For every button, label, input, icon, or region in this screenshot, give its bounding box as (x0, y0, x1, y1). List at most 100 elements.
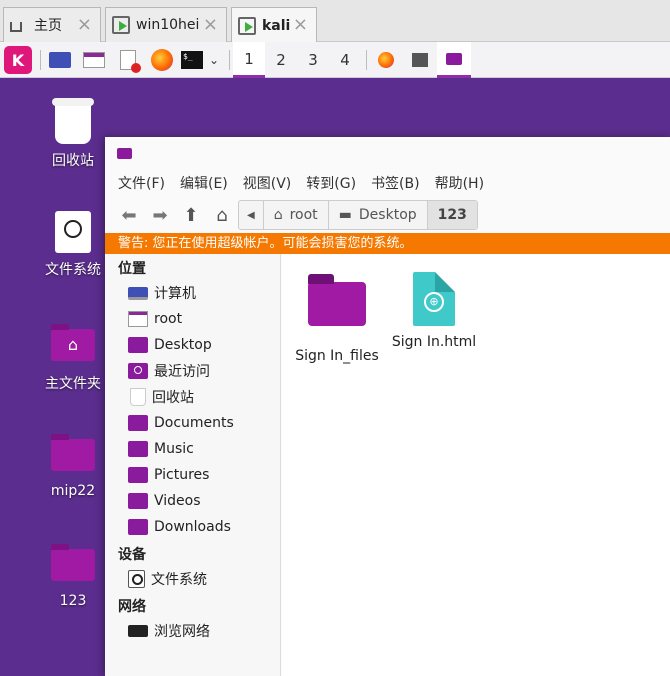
sidebar-header-network: 网络 (118, 599, 146, 615)
file-item-sign-in-html[interactable]: ⊕ Sign In.html (386, 268, 482, 350)
firefox-launcher-icon[interactable] (149, 46, 175, 74)
desktop-icon-label: 回收站 (52, 153, 94, 169)
sidebar-header-places: 位置 (118, 261, 146, 277)
taskbar-firefox-icon[interactable] (373, 46, 399, 74)
breadcrumb-123[interactable]: 123 (427, 201, 477, 229)
workspace-2[interactable]: 2 (265, 42, 297, 78)
file-name: Sign In.html (391, 334, 477, 350)
vm-tab-kali[interactable]: kali × (231, 7, 317, 43)
desktop-icon-label: mip22 (50, 483, 96, 499)
workspace-3[interactable]: 3 (297, 42, 329, 78)
vm-tab-label: 主页 (34, 18, 62, 34)
home-folder-icon (128, 311, 148, 327)
home-icon[interactable]: ⌂ (210, 203, 234, 227)
music-folder-icon (128, 441, 148, 457)
file-item-sign-in-files[interactable]: Sign In_files (289, 268, 385, 364)
file-name: Sign In_files (295, 348, 379, 364)
vm-tab-home[interactable]: 主页 × (3, 7, 101, 42)
menu-go[interactable]: 转到(G) (306, 173, 356, 193)
up-arrow-icon[interactable]: ⬆ (179, 203, 203, 227)
root-warning-banner: 警告: 您正在使用超级帐户。可能会损害您的系统。 (105, 233, 670, 254)
sidebar-header-devices: 设备 (118, 547, 146, 563)
sidebar-item-browse-network[interactable]: 浏览网络 (105, 618, 280, 644)
home-icon: ⌂ (273, 207, 283, 223)
recent-folder-icon (128, 363, 148, 379)
taskbar-terminal-icon[interactable] (405, 46, 435, 74)
panel-separator (40, 50, 41, 70)
desktop-icon-label: 文件系统 (45, 262, 101, 278)
forward-arrow-icon[interactable]: ➡ (148, 203, 172, 227)
show-desktop-icon[interactable] (47, 46, 73, 74)
sidebar-item-trash[interactable]: 回收站 (105, 384, 280, 410)
desktop-icon-label: 123 (59, 593, 87, 609)
globe-icon: ⊕ (424, 292, 444, 312)
sidebar-item-filesystem[interactable]: 文件系统 (105, 566, 280, 592)
breadcrumb-desktop[interactable]: ▬ Desktop (329, 201, 428, 229)
breadcrumb: ◀ ⌂ root ▬ Desktop 123 (238, 200, 478, 230)
folder-icon (308, 274, 366, 326)
taskbar-file-manager-icon[interactable] (437, 42, 471, 78)
vm-tab-win10hei[interactable]: win10hei × (105, 7, 227, 42)
panel-separator (366, 50, 367, 70)
menu-file[interactable]: 文件(F) (118, 173, 165, 193)
sidebar-item-root[interactable]: root (105, 306, 280, 332)
vm-tab-label: kali (262, 17, 291, 34)
trash-icon (130, 388, 146, 406)
desktop-icon-mip22[interactable]: mip22 (30, 434, 116, 499)
back-arrow-icon[interactable]: ⬅ (117, 203, 141, 227)
home-folder-icon: ⌂ (51, 324, 95, 361)
desktop-folder-icon (128, 337, 148, 353)
desktop-icon-123[interactable]: 123 (30, 544, 116, 609)
workspace-1[interactable]: 1 (233, 42, 265, 78)
documents-folder-icon (128, 415, 148, 431)
desktop-icon-label: 主文件夹 (45, 376, 101, 392)
breadcrumb-left-arrow-icon[interactable]: ◀ (239, 201, 264, 229)
terminal-launcher-icon[interactable]: $_ (180, 46, 204, 74)
folder-icon (51, 544, 95, 581)
sidebar-item-videos[interactable]: Videos (105, 488, 280, 514)
folder-icon (117, 147, 132, 159)
workspace-4[interactable]: 4 (329, 42, 361, 78)
desktop-icon-filesystem[interactable]: 文件系统 (30, 211, 116, 279)
trash-icon (52, 98, 94, 144)
close-icon[interactable]: × (203, 14, 218, 35)
sidebar-item-desktop[interactable]: Desktop (105, 332, 280, 358)
sidebar-item-documents[interactable]: Documents (105, 410, 280, 436)
vm-icon (238, 16, 256, 35)
menu-edit[interactable]: 编辑(E) (180, 173, 228, 193)
hard-drive-icon (55, 211, 91, 253)
desktop-icon-home[interactable]: ⌂ 主文件夹 (30, 324, 116, 393)
sidebar-item-pictures[interactable]: Pictures (105, 462, 280, 488)
text-editor-launcher-icon[interactable] (117, 46, 141, 74)
html-file-icon: ⊕ (413, 272, 455, 326)
sidebar-item-music[interactable]: Music (105, 436, 280, 462)
close-icon[interactable]: × (77, 14, 92, 35)
file-manager-window: 文件(F) 编辑(E) 视图(V) 转到(G) 书签(B) 帮助(H) ⬅ ➡ … (105, 137, 670, 676)
kali-panel: K $_ ⌄ 1 2 3 4 (0, 42, 670, 78)
downloads-folder-icon (128, 519, 148, 535)
vm-tab-bar: 主页 × win10hei × kali × (0, 0, 670, 43)
breadcrumb-root[interactable]: ⌂ root (264, 201, 329, 229)
menu-bookmarks[interactable]: 书签(B) (371, 173, 420, 193)
panel-separator (229, 50, 230, 70)
desktop-icon: ▬ (338, 207, 352, 223)
sidebar: 位置 计算机 root Desktop 最近访问 回收站 Documents M… (105, 254, 281, 676)
computer-icon (128, 286, 148, 300)
menu-view[interactable]: 视图(V) (243, 173, 292, 193)
close-icon[interactable]: × (293, 14, 308, 35)
vm-tab-label: win10hei (136, 17, 200, 33)
home-icon (10, 16, 28, 34)
chevron-down-icon[interactable]: ⌄ (206, 46, 222, 74)
kali-menu-button[interactable]: K (4, 46, 32, 74)
desktop-icon-trash[interactable]: 回收站 (30, 98, 116, 170)
menu-help[interactable]: 帮助(H) (435, 173, 484, 193)
folder-icon (51, 434, 95, 471)
sidebar-item-computer[interactable]: 计算机 (105, 280, 280, 306)
sidebar-item-recent[interactable]: 最近访问 (105, 358, 280, 384)
window-titlebar[interactable] (105, 137, 670, 169)
file-manager-launcher-icon[interactable] (81, 46, 107, 74)
pictures-folder-icon (128, 467, 148, 483)
sidebar-item-downloads[interactable]: Downloads (105, 514, 280, 540)
videos-folder-icon (128, 493, 148, 509)
network-icon (128, 625, 148, 637)
